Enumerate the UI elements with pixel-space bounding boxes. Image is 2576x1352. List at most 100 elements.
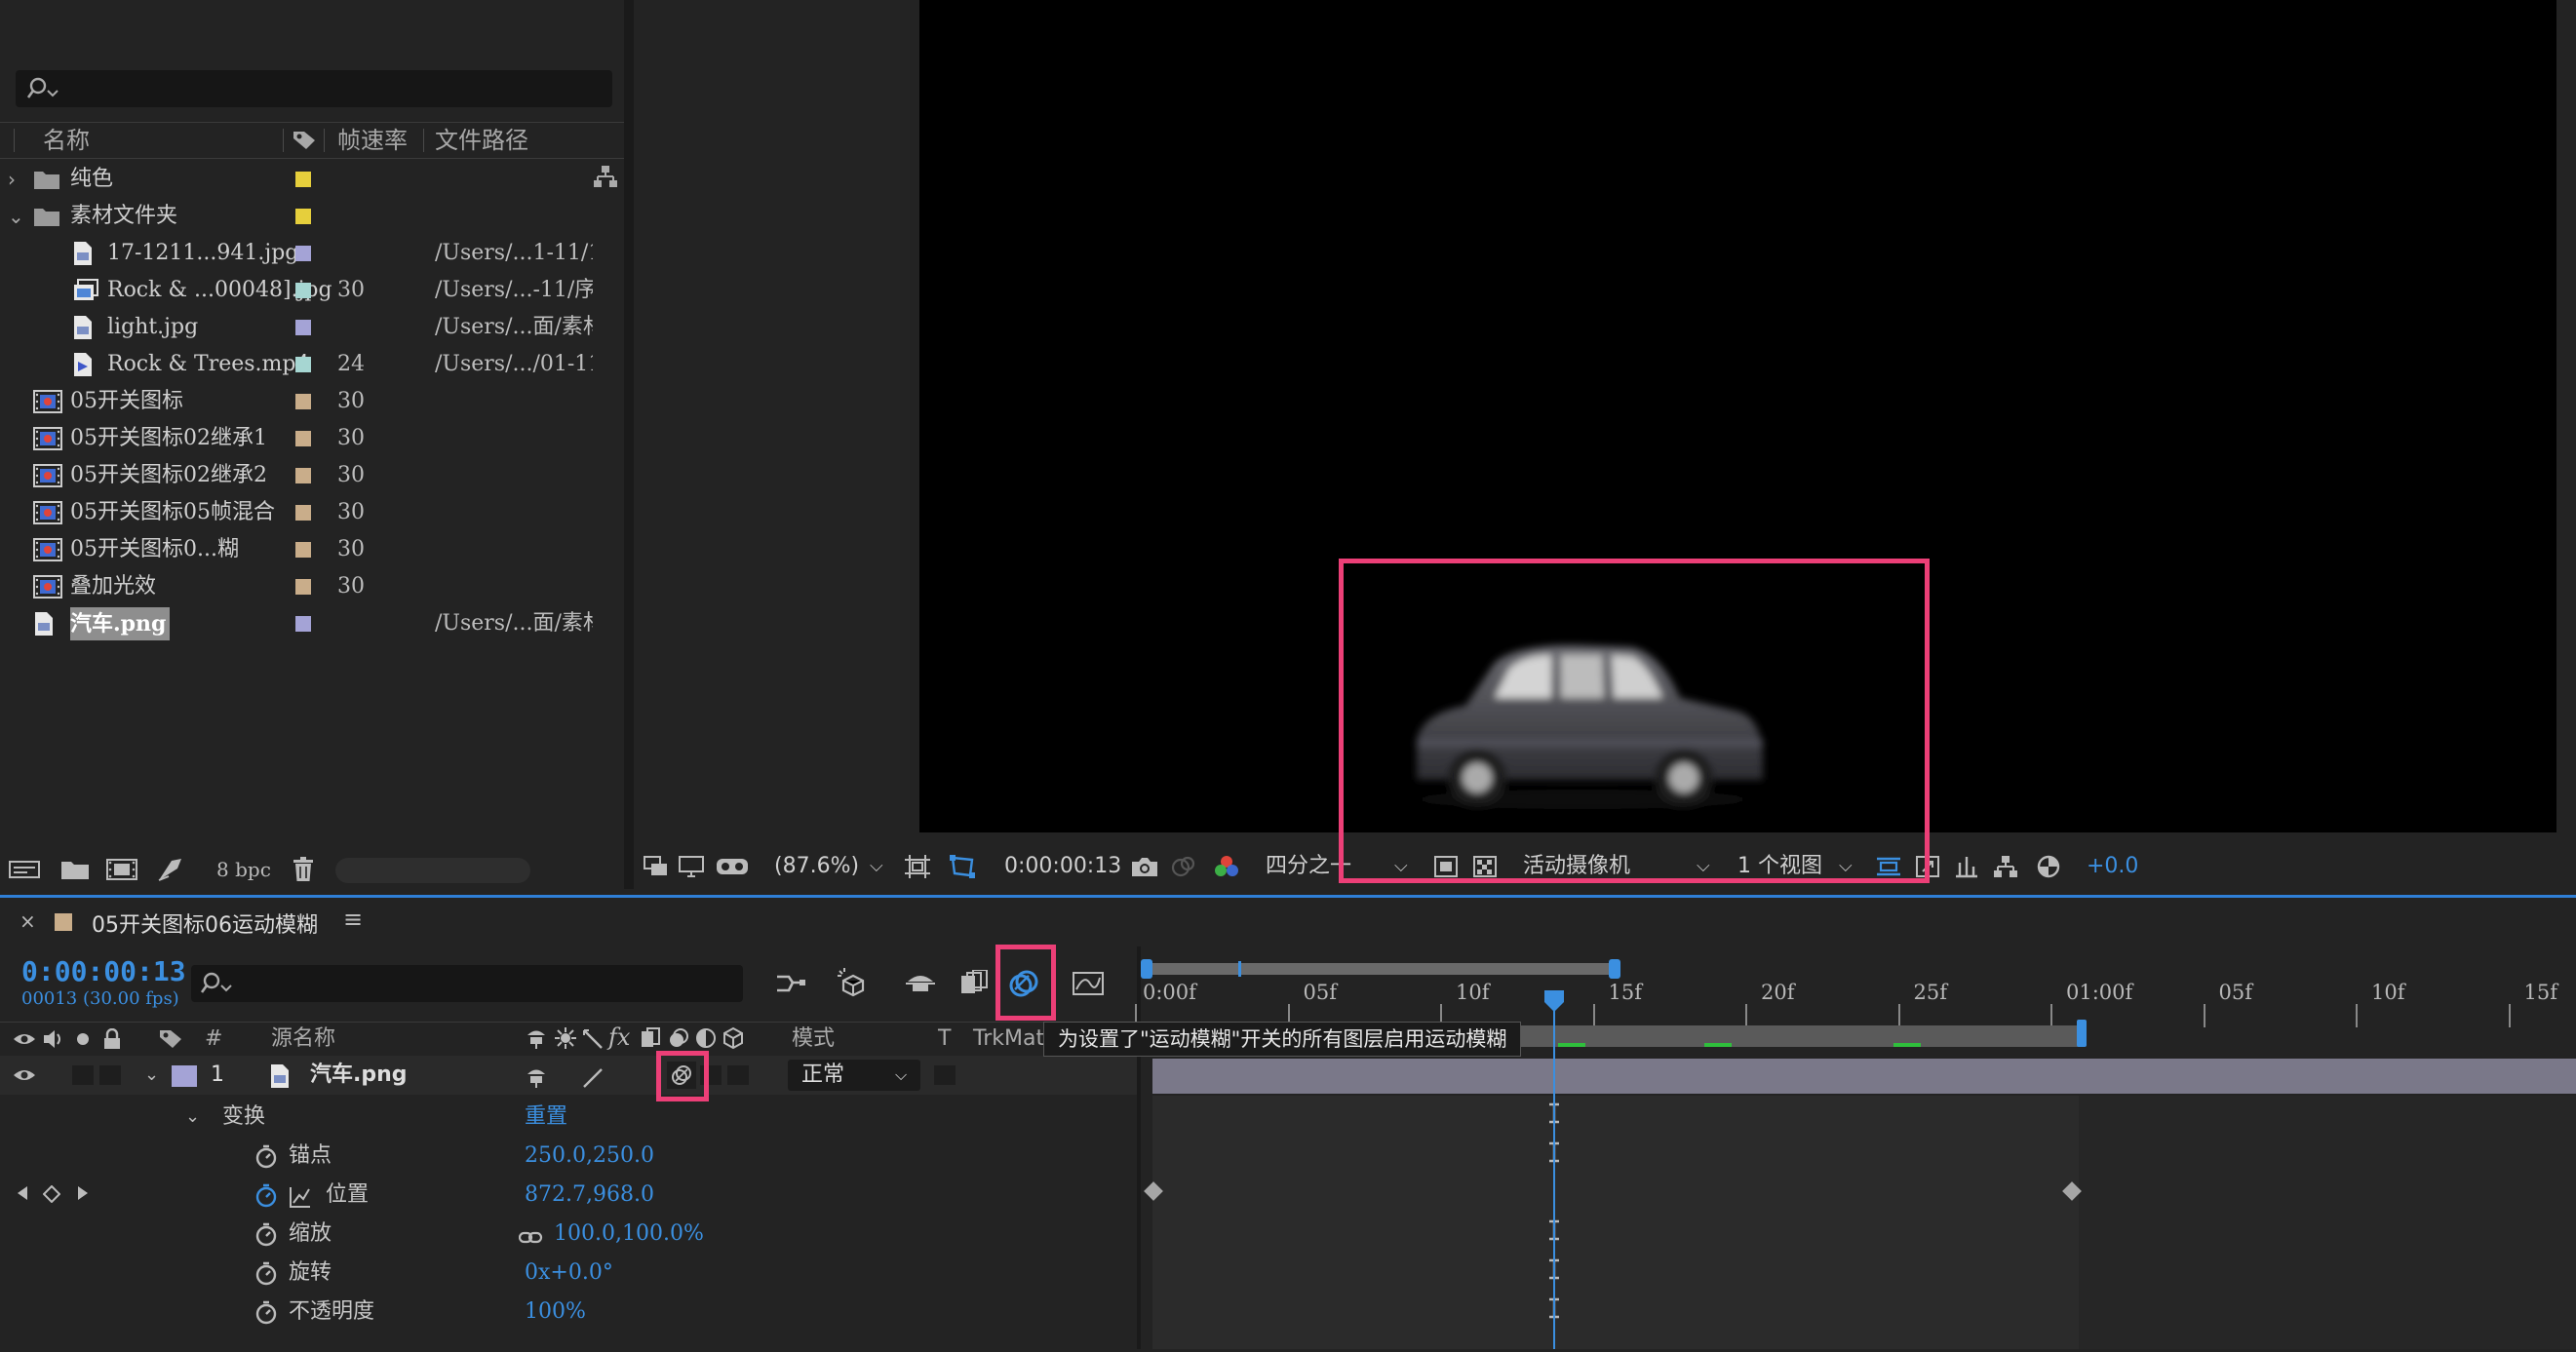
transform-group-row[interactable]: ⌄ 变换 重置 <box>0 1098 1137 1137</box>
label-color-swatch[interactable] <box>295 468 311 483</box>
project-search-input[interactable] <box>16 70 612 107</box>
stopwatch-icon[interactable] <box>254 1260 279 1286</box>
preserve-transparency-toggle[interactable] <box>934 1065 956 1085</box>
new-composition-icon[interactable] <box>105 856 138 883</box>
always-preview-icon[interactable] <box>642 854 671 879</box>
viewer-timecode[interactable]: 0:00:00:13 <box>1004 844 1121 889</box>
layer-3d-switch[interactable] <box>727 1065 749 1085</box>
label-color-swatch[interactable] <box>295 172 311 187</box>
project-item[interactable]: light.jpg/Users/...面/素材 <box>0 309 624 346</box>
property-value[interactable]: 872.7,968.0 <box>525 1176 654 1215</box>
trash-icon[interactable] <box>289 856 318 883</box>
column-track-matte[interactable]: TrkMat <box>973 1023 1044 1056</box>
blend-mode-dropdown[interactable]: 正常 ⌵ <box>788 1060 920 1091</box>
previous-keyframe-icon[interactable] <box>16 1185 29 1205</box>
new-folder-icon[interactable] <box>59 856 92 883</box>
property-value[interactable]: 100% <box>525 1293 586 1332</box>
graph-editor-icon[interactable] <box>1071 969 1106 998</box>
vr-goggles-icon[interactable] <box>716 854 749 879</box>
label-tag-icon[interactable] <box>291 129 318 156</box>
interpret-footage-icon[interactable] <box>8 856 41 883</box>
label-color-swatch[interactable] <box>295 579 311 595</box>
show-snapshot-icon[interactable] <box>1168 854 1199 879</box>
close-icon[interactable]: × <box>20 909 36 933</box>
comp-flowchart-icon[interactable] <box>1991 854 2020 879</box>
project-item[interactable]: 05开关图标02继承2 30 <box>0 457 624 494</box>
eye-icon[interactable] <box>12 1026 37 1052</box>
column-mode[interactable]: 模式 <box>792 1023 835 1056</box>
expand-caret-icon[interactable]: › <box>8 161 16 198</box>
navigator-bar[interactable] <box>1141 963 1617 975</box>
time-navigator[interactable] <box>1141 959 2576 979</box>
label-color-swatch[interactable] <box>295 320 311 335</box>
comp-tab-title[interactable]: 05开关图标06运动模糊 <box>92 908 318 939</box>
navigator-start-handle[interactable] <box>1141 959 1152 979</box>
stopwatch-icon[interactable] <box>254 1299 279 1325</box>
layer-name[interactable]: 汽车.png <box>310 1056 408 1095</box>
property-value[interactable]: 250.0,250.0 <box>525 1137 654 1176</box>
project-item[interactable]: ⌄ 素材文件夹 <box>0 198 624 235</box>
lock-icon[interactable] <box>99 1026 125 1052</box>
mask-path-visibility-icon[interactable] <box>948 854 977 879</box>
channel-color-icon[interactable] <box>1211 854 1242 879</box>
label-color-swatch[interactable] <box>295 209 311 224</box>
timeline-divider[interactable] <box>1137 946 1141 1349</box>
project-item[interactable]: 叠加光效 30 <box>0 568 624 605</box>
zoom-dropdown[interactable]: (87.6%) <box>774 844 859 889</box>
project-item[interactable]: 05开关图标 30 <box>0 383 624 420</box>
project-item[interactable]: 05开关图标02继承1 30 <box>0 420 624 457</box>
column-fps[interactable]: 帧速率 <box>337 123 408 158</box>
speaker-icon[interactable] <box>41 1026 66 1052</box>
transform-property-row[interactable]: 缩放 100.0,100.0% <box>0 1215 1137 1254</box>
expand-caret-icon[interactable]: ⌄ <box>8 198 24 235</box>
label-color-swatch[interactable] <box>295 542 311 558</box>
panel-menu-icon[interactable]: ≡ <box>343 906 363 933</box>
frame-blending-icon[interactable] <box>957 969 991 998</box>
layer-label-swatch[interactable] <box>172 1065 197 1087</box>
column-name[interactable]: 名称 <box>43 123 90 158</box>
column-preserve-transparency[interactable]: T <box>938 1023 951 1056</box>
comp-mini-flowchart-icon[interactable] <box>774 969 807 998</box>
project-item[interactable]: 17-1211...941.jpg/Users/...1-11/17- <box>0 235 624 272</box>
solo-icon[interactable] <box>72 1026 94 1052</box>
layer-lock-toggle[interactable] <box>99 1065 121 1085</box>
transform-property-row[interactable]: 位置 872.7,968.0 <box>0 1176 1137 1215</box>
chevron-down-icon[interactable]: ⌄ <box>144 1056 159 1095</box>
add-keyframe-icon[interactable] <box>42 1184 61 1207</box>
project-item[interactable]: 汽车.png/Users/...面/素材 <box>0 605 624 642</box>
playhead[interactable] <box>1542 988 1567 1349</box>
label-color-swatch[interactable] <box>295 394 311 409</box>
layer-duration-bar[interactable] <box>1152 1059 2576 1094</box>
stopwatch-icon[interactable] <box>254 1143 279 1169</box>
bpc-toggle[interactable]: 8 bpc <box>216 856 271 883</box>
column-path[interactable]: 文件路径 <box>435 123 528 158</box>
chevron-down-icon[interactable]: ⌵ <box>870 844 883 889</box>
layer-quality-switch-icon[interactable] <box>581 1063 605 1102</box>
panel-divider[interactable] <box>624 0 634 889</box>
project-item[interactable]: Rock & ...00048].jpg30/Users/...-11/序列 <box>0 272 624 309</box>
camera-snapshot-icon[interactable] <box>1129 854 1160 879</box>
adjust-tool-icon[interactable] <box>154 856 187 883</box>
transform-property-row[interactable]: 旋转 0x+0.0° <box>0 1254 1137 1293</box>
timeline-search-input[interactable] <box>191 965 743 1002</box>
timeline-toggle-icon[interactable] <box>1952 854 1981 879</box>
label-color-swatch[interactable] <box>295 616 311 632</box>
label-color-swatch[interactable] <box>295 283 311 298</box>
column-number[interactable]: # <box>205 1023 222 1056</box>
stopwatch-icon[interactable] <box>254 1182 279 1208</box>
layer-row[interactable]: ⌄ 1 汽车.png 正常 ⌵ <box>0 1056 1137 1095</box>
layer-visibility-eye-icon[interactable] <box>12 1063 37 1087</box>
label-color-swatch[interactable] <box>295 246 311 261</box>
navigator-end-handle[interactable] <box>1609 959 1620 979</box>
layer-solo-toggle[interactable] <box>72 1065 94 1085</box>
transform-reset-link[interactable]: 重置 <box>525 1098 567 1137</box>
stopwatch-icon[interactable] <box>254 1221 279 1247</box>
property-value[interactable]: 100.0,100.0% <box>554 1215 704 1254</box>
switch-effects-icon[interactable]: fx <box>608 1021 630 1054</box>
label-tag-icon[interactable] <box>156 1026 185 1052</box>
project-item[interactable]: › 纯色 <box>0 161 624 198</box>
layer-shy-switch-icon[interactable] <box>525 1063 548 1102</box>
reset-exposure-icon[interactable] <box>2034 854 2063 879</box>
chevron-down-icon[interactable]: ⌄ <box>185 1098 200 1137</box>
label-color-swatch[interactable] <box>295 431 311 446</box>
